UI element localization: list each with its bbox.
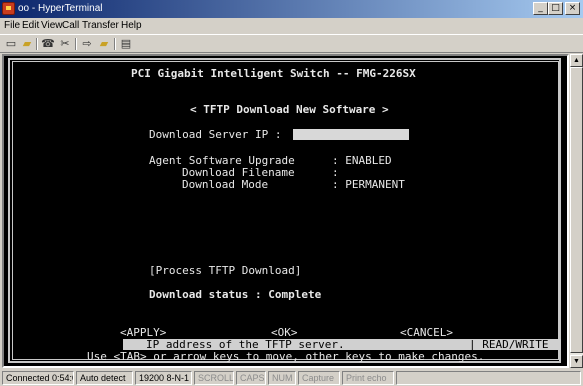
menu-transfer[interactable]: Transfer — [82, 20, 119, 31]
toolbar-separator — [36, 38, 38, 50]
terminal-frame: PCI Gigabit Intelligent Switch -- FMG-22… — [2, 54, 569, 368]
detect-mode: Auto detect — [76, 371, 133, 385]
menu-call[interactable]: Call — [62, 20, 79, 31]
menu-file[interactable]: File — [4, 20, 20, 31]
hyperterminal-icon — [2, 2, 15, 15]
toolbar-separator — [75, 38, 77, 50]
toolbar: ▭ ▰ ☎ ✂ ⇨ ▰ ▤ — [0, 34, 583, 53]
status-filler — [396, 371, 581, 385]
download-status: Download status : Complete — [149, 288, 322, 301]
properties-icon[interactable]: ▤ — [118, 37, 134, 51]
connect-icon[interactable]: ✂ — [57, 37, 73, 51]
menu-view[interactable]: View — [41, 20, 63, 31]
menu-bar: File Edit View Call Transfer Help — [0, 18, 583, 34]
receive-icon[interactable]: ▰ — [96, 37, 112, 51]
switch-header: PCI Gigabit Intelligent Switch -- FMG-22… — [131, 67, 416, 80]
scroll-up-icon[interactable]: ▲ — [570, 54, 583, 67]
agent-upgrade-value[interactable]: : ENABLED — [332, 155, 392, 167]
instructions: Use <TAB> or arrow keys to move, other k… — [87, 350, 485, 363]
scroll-down-icon[interactable]: ▼ — [570, 355, 583, 368]
mode-value[interactable]: : PERMANENT — [332, 179, 405, 191]
title-bar: oo - HyperTerminal _ □ × — [0, 0, 583, 18]
help-bar-edge — [123, 339, 140, 350]
toolbar-separator — [114, 38, 116, 50]
screen-title: < TFTP Download New Software > — [190, 103, 389, 116]
port-settings: 19200 8-N-1 — [135, 371, 192, 385]
process-download-button[interactable]: [Process TFTP Download] — [149, 265, 301, 277]
disconnect-icon[interactable]: ☎ — [40, 37, 56, 51]
vertical-scrollbar[interactable]: ▲ ▼ — [570, 54, 583, 368]
menu-help[interactable]: Help — [121, 20, 142, 31]
scroll-thumb[interactable] — [570, 67, 583, 353]
send-icon[interactable]: ⇨ — [79, 37, 95, 51]
minimize-button[interactable]: _ — [533, 2, 548, 15]
scroll-indicator: SCROLL — [194, 371, 234, 385]
menu-edit[interactable]: Edit — [22, 20, 39, 31]
open-icon[interactable]: ▰ — [19, 37, 35, 51]
server-ip-input[interactable] — [293, 129, 409, 140]
terminal-screen[interactable]: PCI Gigabit Intelligent Switch -- FMG-22… — [4, 56, 567, 366]
close-button[interactable]: × — [565, 2, 580, 15]
caps-indicator: CAPS — [236, 371, 266, 385]
connection-time: Connected 0:54:09 — [2, 371, 74, 385]
num-indicator: NUM — [268, 371, 296, 385]
window-title: oo - HyperTerminal — [18, 3, 103, 14]
new-icon[interactable]: ▭ — [3, 37, 19, 51]
capture-indicator: Capture — [298, 371, 340, 385]
print-echo-indicator: Print echo — [342, 371, 394, 385]
cancel-button[interactable]: <CANCEL> — [400, 327, 453, 339]
maximize-button[interactable]: □ — [548, 2, 563, 15]
status-bar: Connected 0:54:09 Auto detect 19200 8-N-… — [0, 369, 583, 386]
server-ip-label: Download Server IP : — [149, 128, 282, 141]
mode-label: Download Mode — [182, 178, 269, 191]
